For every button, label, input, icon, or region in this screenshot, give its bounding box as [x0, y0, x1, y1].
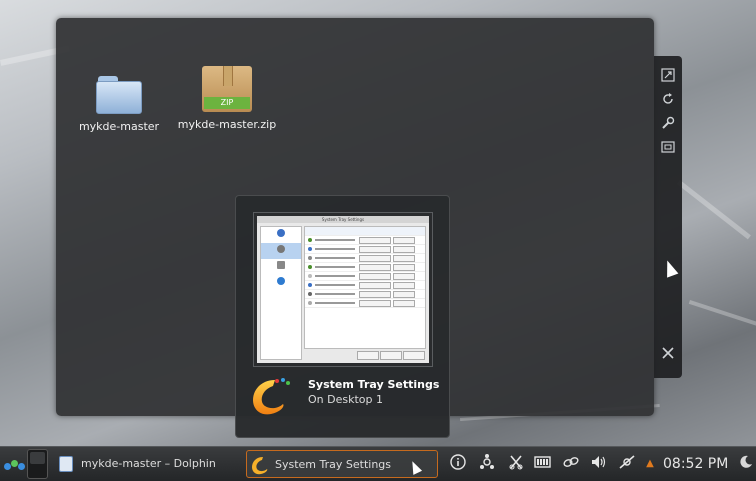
task-tooltip[interactable]: System Tray Settings System Tray Setting…: [235, 195, 450, 438]
digital-clock[interactable]: 08:52 PM: [663, 447, 728, 481]
tooltip-title: System Tray Settings: [308, 378, 440, 391]
info-icon[interactable]: [448, 454, 468, 474]
thumbnail-title: System Tray Settings: [257, 216, 429, 223]
link-icon[interactable]: [561, 454, 581, 474]
tooltip-subtitle: On Desktop 1: [308, 393, 383, 406]
close-icon[interactable]: [658, 346, 678, 366]
kde-gear-logo-icon: [253, 378, 290, 415]
rotate-icon[interactable]: [658, 92, 678, 112]
expand-arrow-icon[interactable]: ▲: [642, 454, 658, 474]
mouse-cursor-icon: [407, 459, 423, 475]
volume-icon[interactable]: [589, 454, 609, 474]
dolphin-app-icon: [59, 456, 73, 472]
zip-archive-icon: ZIP: [202, 66, 252, 112]
plasma-cashew-icon[interactable]: [736, 454, 756, 474]
resize-icon[interactable]: [658, 68, 678, 88]
desktop-icon-label: mykde-master: [78, 120, 160, 133]
wallpaper-stroke: [676, 180, 751, 240]
pager-dot-icon[interactable]: [11, 460, 18, 467]
window-thumbnail[interactable]: System Tray Settings: [253, 212, 433, 367]
battery-icon[interactable]: [533, 454, 553, 474]
desktop-icon-label: mykde-master.zip: [177, 118, 277, 131]
thumbnail-table: [304, 226, 426, 349]
bottom-panel: mykde-master – Dolphin System Tray Setti…: [0, 446, 756, 481]
klipper-icon[interactable]: [506, 454, 526, 474]
pager-dot-icon[interactable]: [18, 463, 25, 470]
zip-badge: ZIP: [204, 97, 250, 109]
task-system-tray-settings[interactable]: System Tray Settings: [246, 450, 438, 478]
task-dolphin[interactable]: mykde-master – Dolphin: [55, 450, 240, 478]
task-label: mykde-master – Dolphin: [81, 457, 216, 470]
task-label: System Tray Settings: [275, 458, 392, 471]
desktop-icon-zip[interactable]: ZIP mykde-master.zip: [172, 66, 282, 131]
desktop-icon-folder[interactable]: mykde-master: [64, 76, 174, 133]
folder-icon: [96, 76, 142, 114]
settings-wrench-icon[interactable]: [658, 116, 678, 136]
kde-gear-logo-icon: [252, 457, 268, 475]
pager-dot-icon[interactable]: [4, 463, 11, 470]
thumbnail-sidebar: [260, 226, 302, 360]
desktop-pager[interactable]: [27, 449, 48, 479]
wallpaper-stroke: [688, 300, 756, 329]
network-icon[interactable]: [477, 454, 497, 474]
connection-icon[interactable]: [617, 454, 637, 474]
activities-icon[interactable]: [658, 140, 678, 160]
widget-handle-toolbar[interactable]: [654, 56, 682, 378]
